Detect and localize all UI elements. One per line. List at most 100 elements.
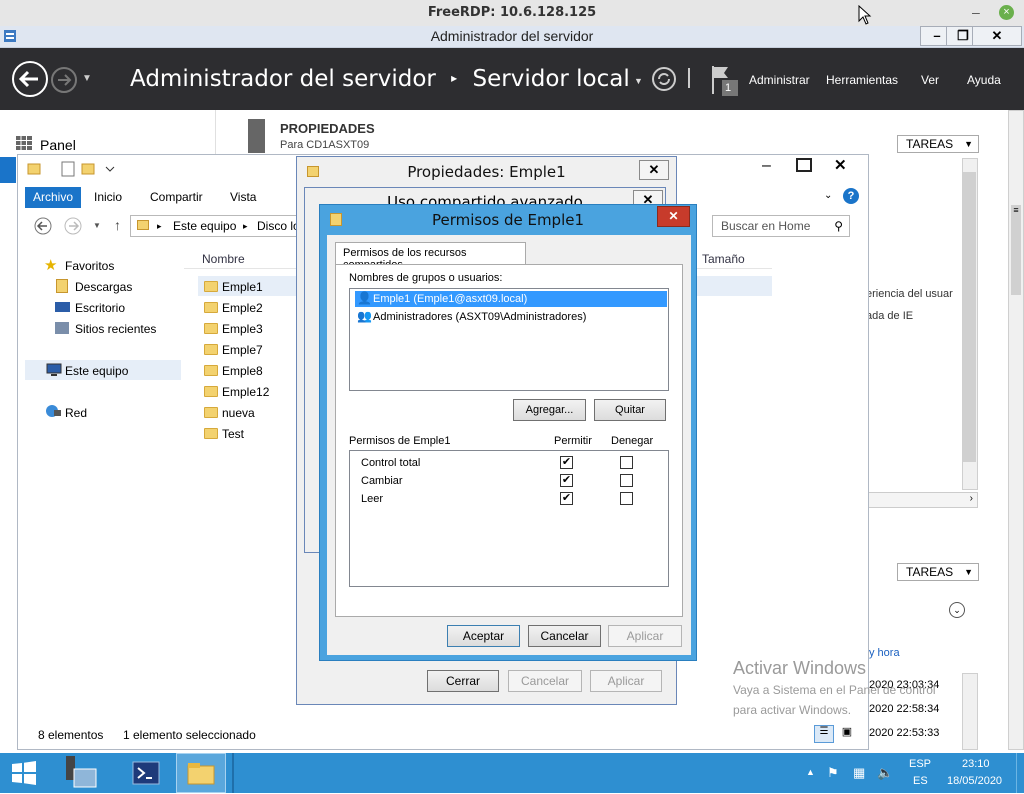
aceptar-button[interactable]: Aceptar	[447, 625, 520, 647]
start-button[interactable]	[0, 753, 48, 793]
allow-checkbox[interactable]: ✔	[560, 456, 573, 469]
tareas-dropdown-2[interactable]: TAREAS ▼	[897, 563, 979, 581]
folder-icon	[204, 302, 218, 313]
refresh-icon[interactable]	[651, 66, 677, 92]
deny-checkbox[interactable]	[620, 474, 633, 487]
server-manager-title-bar: Administrador del servidor	[0, 26, 1024, 48]
col-name-header[interactable]: Nombre	[202, 252, 245, 266]
events-link[interactable]: y hora	[869, 647, 900, 659]
explorer-maximize-button[interactable]	[796, 158, 812, 172]
main-scroll-thumb[interactable]: ≡	[1011, 205, 1021, 295]
tray-network-icon[interactable]: ▦	[853, 765, 865, 781]
menu-ver[interactable]: Ver	[921, 73, 939, 87]
selected-row-highlight-2	[692, 276, 772, 296]
col-size-header[interactable]: Tamaño	[702, 252, 745, 266]
close-button[interactable]: ✕	[972, 26, 1022, 46]
address-part-2[interactable]: Disco lo	[257, 216, 300, 236]
large-icons-view-icon[interactable]: ▣	[838, 725, 856, 743]
explorer-close-button[interactable]: ✕	[834, 156, 847, 174]
permissions-close-icon[interactable]: ✕	[657, 206, 690, 227]
help-icon[interactable]: ?	[843, 188, 859, 204]
file-item[interactable]: Emple3	[222, 322, 263, 336]
explorer-minimize-button[interactable]: –	[762, 157, 771, 175]
events-scrollbar[interactable]	[962, 673, 978, 750]
cerrar-button[interactable]: Cerrar	[427, 670, 499, 692]
deny-checkbox[interactable]	[620, 456, 633, 469]
search-box[interactable]: Buscar en Home ⚲	[712, 215, 850, 237]
quitar-button[interactable]: Quitar	[594, 399, 666, 421]
details-view-icon[interactable]: ☰	[814, 725, 834, 743]
address-bar[interactable]: ▸ Este equipo ▸ Disco lo	[130, 215, 306, 237]
deny-checkbox[interactable]	[620, 492, 633, 505]
agregar-button[interactable]: Agregar...	[513, 399, 586, 421]
nav-descargas[interactable]: Descargas	[75, 280, 132, 294]
address-part-1[interactable]: Este equipo	[173, 216, 236, 236]
search-icon[interactable]: ⚲	[834, 216, 843, 236]
file-item[interactable]: Test	[222, 427, 244, 441]
properties-apply-button[interactable]: Aplicar	[590, 670, 662, 692]
nav-red[interactable]: Red	[65, 406, 87, 420]
file-item[interactable]: Emple2	[222, 301, 263, 315]
file-explorer-taskbar-icon[interactable]	[176, 753, 226, 793]
clock-time[interactable]: 23:10	[962, 758, 990, 770]
nav-este-equipo[interactable]: Este equipo	[65, 364, 128, 378]
show-desktop-button[interactable]	[1016, 753, 1024, 793]
folder-icon	[204, 386, 218, 397]
forward-arrow-icon[interactable]	[50, 66, 78, 94]
tab-share-permissions[interactable]: Permisos de los recursos compartidos	[335, 242, 526, 271]
folder-icon	[204, 428, 218, 439]
tray-volume-icon[interactable]: 🔈	[877, 765, 893, 781]
powershell-taskbar-icon[interactable]	[122, 753, 170, 793]
tray-flag-icon[interactable]: ⚑	[827, 765, 839, 781]
menu-administrar[interactable]: Administrar	[749, 73, 810, 87]
user-entry-1[interactable]: Emple1 (Emple1@asxt09.local)	[373, 293, 527, 305]
menu-ayuda[interactable]: Ayuda	[967, 73, 1001, 87]
nav-forward-icon[interactable]	[64, 217, 82, 235]
file-item[interactable]: Emple8	[222, 364, 263, 378]
permissions-listbox	[349, 450, 669, 587]
history-dropdown-icon[interactable]: ▼	[82, 73, 92, 84]
recent-dropdown-icon[interactable]: ▼	[93, 221, 101, 230]
perm-apply-button[interactable]: Aplicar	[608, 625, 682, 647]
properties-scroll-thumb[interactable]	[963, 172, 976, 462]
properties-cancel-button[interactable]: Cancelar	[508, 670, 582, 692]
perm-cancel-button[interactable]: Cancelar	[528, 625, 601, 647]
ribbon-expand-icon[interactable]: ⌄	[824, 190, 832, 201]
server-manager-taskbar-icon[interactable]	[58, 753, 106, 793]
tab-vista[interactable]: Vista	[230, 190, 256, 204]
tareas-dropdown[interactable]: TAREAS ▼	[897, 135, 979, 153]
keyboard-layout[interactable]: ES	[913, 775, 928, 787]
nav-favoritos[interactable]: Favoritos	[65, 259, 114, 273]
tab-inicio[interactable]: Inicio	[94, 190, 122, 204]
crumb-arrow-icon: ▸	[157, 221, 162, 231]
quick-access-toolbar-icon[interactable]	[26, 161, 126, 177]
clock-date[interactable]: 18/05/2020	[947, 775, 1002, 787]
properties-dialog-title: Propiedades: Emple1	[407, 163, 566, 181]
up-arrow-icon[interactable]: ↑	[114, 217, 121, 233]
menu-herramientas[interactable]: Herramientas	[826, 73, 898, 87]
panel-link[interactable]: Panel	[40, 137, 76, 153]
allow-checkbox[interactable]: ✔	[560, 474, 573, 487]
folder-icon	[204, 281, 218, 292]
tray-chevron-icon[interactable]: ▲	[806, 767, 815, 777]
nav-back-icon[interactable]	[34, 217, 52, 235]
breadcrumb-root[interactable]: Administrador del servidor	[130, 66, 436, 92]
file-item[interactable]: nueva	[222, 406, 255, 420]
user-entry-2[interactable]: Administradores (ASXT09\Administradores)	[373, 311, 586, 323]
dropdown-icon[interactable]: ▼	[634, 76, 643, 86]
file-item[interactable]: Emple1	[222, 280, 263, 294]
expand-chevron-icon[interactable]: ⌄	[949, 602, 965, 618]
search-input[interactable]: Buscar en Home	[721, 216, 810, 236]
language-code[interactable]: ESP	[909, 758, 931, 770]
rdp-minimize-icon[interactable]: –	[972, 4, 980, 20]
file-item[interactable]: Emple7	[222, 343, 263, 357]
rdp-close-icon[interactable]: ×	[999, 5, 1014, 20]
back-arrow-icon[interactable]	[11, 60, 49, 98]
file-item[interactable]: Emple12	[222, 385, 269, 399]
tab-compartir[interactable]: Compartir	[150, 190, 203, 204]
nav-sitios-recientes[interactable]: Sitios recientes	[75, 322, 156, 336]
h-scroll-right-icon[interactable]: ›	[866, 492, 978, 508]
allow-checkbox[interactable]: ✔	[560, 492, 573, 505]
nav-escritorio[interactable]: Escritorio	[75, 301, 125, 315]
properties-close-icon[interactable]: ✕	[639, 160, 669, 180]
